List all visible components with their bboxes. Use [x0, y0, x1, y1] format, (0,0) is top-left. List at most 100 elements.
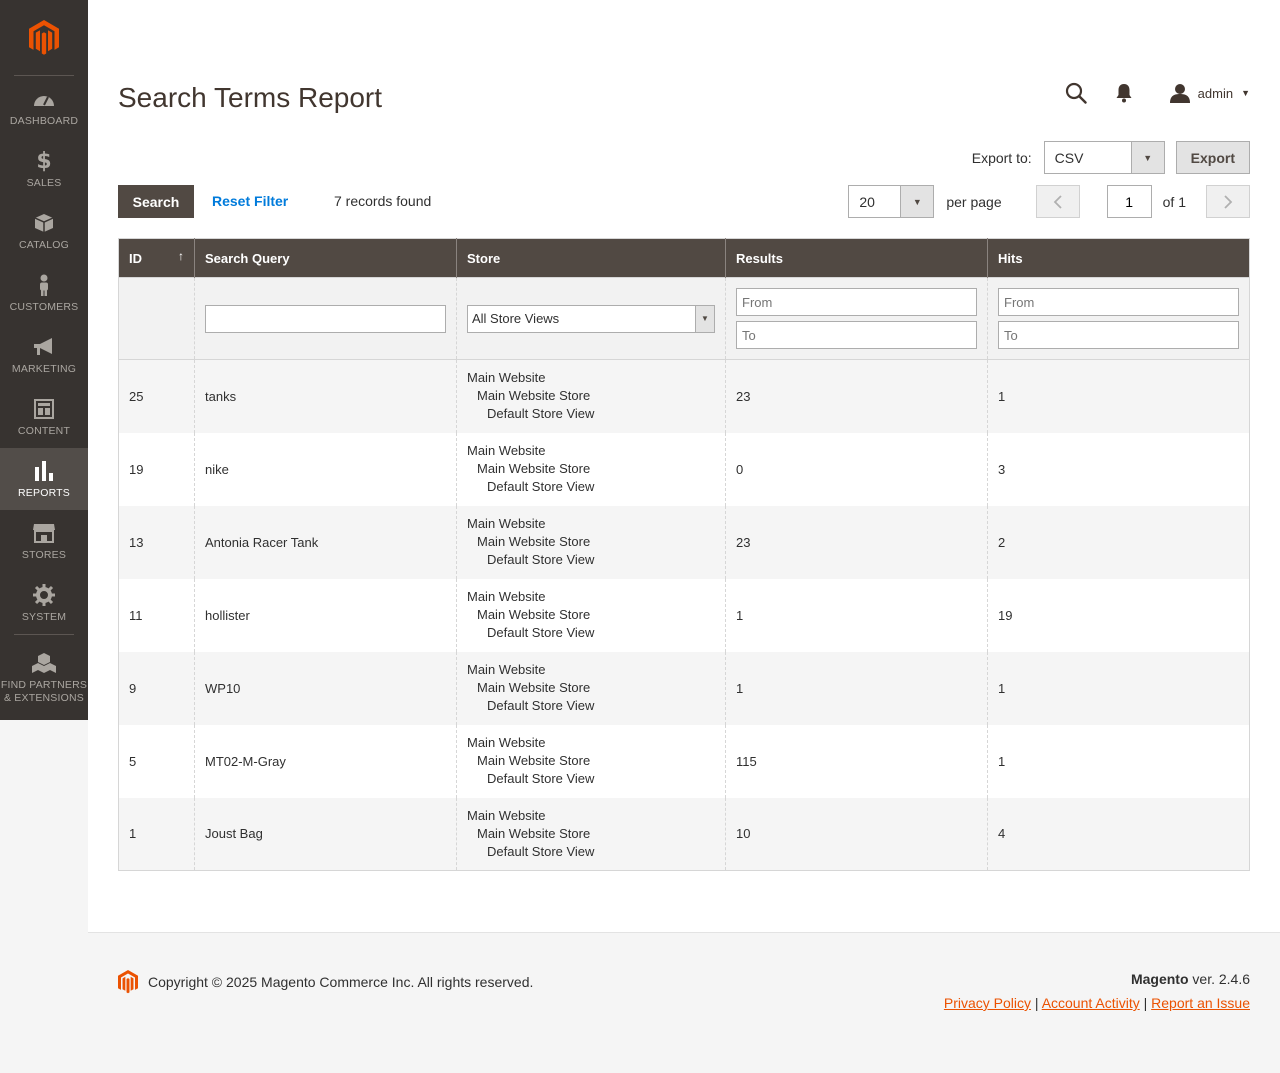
- total-pages-label: of 1: [1162, 193, 1186, 210]
- filter-hits-cell: [987, 277, 1250, 360]
- brand-name: Magento: [1130, 971, 1189, 987]
- megaphone-icon: [32, 335, 56, 359]
- cell-hits: 1: [987, 651, 1250, 725]
- search-terms-grid: ID ↑ Search Query Store Results Hits All …: [118, 238, 1250, 871]
- per-page-select[interactable]: 20 ▼: [848, 185, 935, 218]
- search-query-filter-input[interactable]: [205, 304, 446, 333]
- store-hierarchy: Main Website Main Website Store Default St…: [467, 734, 715, 788]
- store-filter-value: All Store Views: [472, 311, 560, 326]
- table-row[interactable]: 5 MT02-M-Gray Main Website Main Website Sto…: [118, 724, 1250, 798]
- results-from-input[interactable]: [736, 288, 977, 316]
- store-hierarchy: Main Website Main Website Store Default St…: [467, 588, 715, 642]
- filter-id-cell: [118, 277, 195, 360]
- cell-search-query: Antonia Racer Tank: [194, 505, 457, 579]
- sidebar-item-catalog[interactable]: Catalog: [0, 200, 88, 262]
- store-group: Main Website Store: [477, 825, 591, 841]
- store-group: Main Website Store: [477, 388, 591, 404]
- store-view: Default Store View: [487, 698, 595, 713]
- storefront-icon: [32, 521, 56, 545]
- copyright: Copyright © 2025 Magento Commerce Inc. A…: [118, 970, 533, 994]
- results-to-input[interactable]: [736, 321, 977, 349]
- column-header-results[interactable]: Results: [725, 238, 988, 278]
- grid-toolbar: Search Reset Filter 7 records found 20 ▼…: [118, 185, 1250, 218]
- table-row[interactable]: 25 tanks Main Website Main Website Store Def…: [118, 359, 1250, 433]
- table-row[interactable]: 9 WP10 Main Website Main Website Store Defau…: [118, 651, 1250, 725]
- cell-hits: 1: [987, 724, 1250, 798]
- magento-logo-icon: [118, 970, 138, 994]
- report-issue-link[interactable]: Report an Issue: [1151, 995, 1250, 1011]
- column-header-search-query[interactable]: Search Query: [194, 238, 457, 278]
- cell-results: 23: [725, 359, 988, 433]
- chevron-right-icon: [1224, 194, 1233, 209]
- sidebar-item-dashboard[interactable]: Dashboard: [0, 76, 88, 138]
- next-page-button[interactable]: [1206, 185, 1250, 218]
- cell-store: Main Website Main Website Store Default St…: [456, 578, 726, 652]
- cell-store: Main Website Main Website Store Default St…: [456, 432, 726, 506]
- per-page-label: per page: [946, 193, 1002, 210]
- sidebar-item-find-partners-extensions[interactable]: Find Partners & Extensions: [0, 635, 88, 715]
- cell-search-query: hollister: [194, 578, 457, 652]
- cell-id: 9: [118, 651, 195, 725]
- user-name: admin: [1197, 85, 1234, 101]
- bell-icon[interactable]: [1112, 80, 1136, 106]
- table-row[interactable]: 19 nike Main Website Main Website Store Defa…: [118, 432, 1250, 506]
- store-group: Main Website Store: [477, 607, 591, 622]
- previous-page-button[interactable]: [1035, 185, 1080, 218]
- sidebar-item-content[interactable]: Content: [0, 386, 88, 448]
- cell-store: Main Website Main Website Store Default St…: [456, 359, 726, 433]
- hits-to-input[interactable]: [998, 321, 1239, 349]
- privacy-policy-link[interactable]: Privacy Policy: [944, 995, 1031, 1011]
- user-menu[interactable]: admin ▼: [1169, 83, 1250, 103]
- hits-from-input[interactable]: [998, 288, 1239, 316]
- store-group: Main Website Store: [477, 680, 591, 695]
- sidebar-item-stores[interactable]: Stores: [0, 510, 88, 572]
- store-view: Default Store View: [487, 406, 595, 422]
- footer-links: Privacy Policy | Account Activity | Repo…: [943, 995, 1250, 1011]
- store-filter-select[interactable]: All Store Views ▼: [467, 304, 715, 333]
- cubes-icon: [32, 651, 56, 675]
- cell-store: Main Website Main Website Store Default St…: [456, 797, 726, 871]
- sidebar-item-marketing[interactable]: Marketing: [0, 324, 88, 386]
- store-website: Main Website: [467, 516, 546, 531]
- filter-query-cell: [194, 277, 457, 360]
- cell-store: Main Website Main Website Store Default St…: [456, 651, 726, 725]
- per-page-value: 20: [859, 193, 875, 210]
- export-format-select[interactable]: CSV ▼: [1043, 141, 1165, 174]
- column-header-store[interactable]: Store: [456, 238, 726, 278]
- store-website: Main Website: [467, 807, 546, 823]
- sidebar-item-sales[interactable]: $ Sales: [0, 138, 88, 200]
- page-footer: Copyright © 2025 Magento Commerce Inc. A…: [88, 932, 1280, 1073]
- sidebar-item-reports[interactable]: Reports: [0, 448, 88, 510]
- store-hierarchy: Main Website Main Website Store Default St…: [467, 369, 715, 423]
- sidebar-item-label: Marketing: [11, 363, 77, 375]
- gear-icon: [32, 583, 56, 607]
- export-button[interactable]: Export: [1175, 141, 1250, 174]
- table-row[interactable]: 13 Antonia Racer Tank Main Website Main Web…: [118, 505, 1250, 579]
- bar-chart-icon: [32, 459, 56, 483]
- cell-results: 1: [725, 651, 988, 725]
- table-row[interactable]: 11 hollister Main Website Main Website Stor…: [118, 578, 1250, 652]
- admin-sidebar: Dashboard $ Sales Catalog Customers Marketing…: [0, 0, 88, 720]
- records-count: 7 records found: [334, 193, 432, 209]
- search-button[interactable]: Search: [118, 185, 194, 218]
- sidebar-item-customers[interactable]: Customers: [0, 262, 88, 324]
- search-icon[interactable]: [1064, 80, 1088, 106]
- column-header-id[interactable]: ID ↑: [118, 238, 195, 278]
- cell-hits: 4: [987, 797, 1250, 871]
- version-text: ver. 2.4.6: [1188, 971, 1250, 987]
- column-header-hits[interactable]: Hits: [987, 238, 1250, 278]
- box-icon: [32, 211, 56, 235]
- reset-filter-link[interactable]: Reset Filter: [212, 193, 288, 209]
- cell-search-query: MT02-M-Gray: [194, 724, 457, 798]
- store-view: Default Store View: [487, 552, 595, 567]
- account-activity-link[interactable]: Account Activity: [1042, 995, 1140, 1011]
- current-page-input[interactable]: [1106, 185, 1152, 218]
- cell-id: 11: [118, 578, 195, 652]
- store-website: Main Website: [467, 589, 546, 604]
- sidebar-item-system[interactable]: System: [0, 572, 88, 634]
- filter-row: All Store Views ▼: [118, 277, 1250, 360]
- table-row[interactable]: 1 Joust Bag Main Website Main Website Store…: [118, 797, 1250, 871]
- cell-hits: 3: [987, 432, 1250, 506]
- magento-logo[interactable]: [14, 0, 74, 76]
- person-icon: [32, 273, 56, 297]
